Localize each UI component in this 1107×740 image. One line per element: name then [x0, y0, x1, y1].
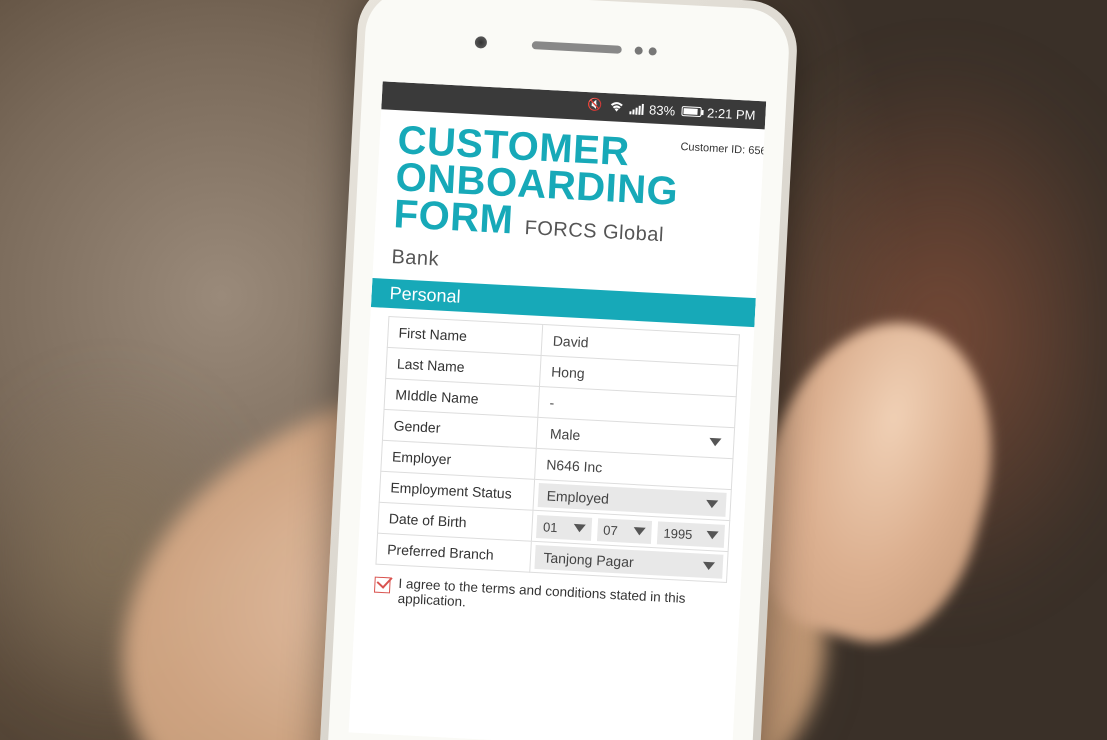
- speaker-grille: [532, 41, 622, 54]
- phone: 83% 2:21 PM Customer Onboarding Form FOR…: [317, 0, 799, 740]
- terms-text: I agree to the terms and conditions stat…: [397, 576, 726, 623]
- chevron-down-icon: [703, 562, 715, 571]
- terms-checkbox[interactable]: [374, 577, 391, 594]
- proximity-sensors: [634, 46, 658, 55]
- dob-year-select[interactable]: 1995: [657, 521, 725, 547]
- onboarding-form: Customer Onboarding Form FORCS Global Ba…: [349, 109, 765, 740]
- battery-icon: [681, 106, 701, 117]
- screen: 83% 2:21 PM Customer Onboarding Form FOR…: [349, 81, 767, 740]
- chevron-down-icon: [709, 438, 721, 447]
- form-title: Customer Onboarding Form FORCS Global Ba…: [391, 122, 681, 284]
- chevron-down-icon: [633, 527, 645, 536]
- personal-fields-table: First Name David Last Name Hong MIddle N…: [375, 316, 740, 583]
- dob-month-select[interactable]: 07: [597, 518, 652, 544]
- front-camera: [475, 36, 488, 49]
- terms-row: I agree to the terms and conditions stat…: [373, 575, 726, 623]
- clock: 2:21 PM: [707, 105, 756, 123]
- customer-id: Customer ID: 6561002007: [680, 141, 765, 160]
- chevron-down-icon: [573, 524, 585, 533]
- photo-background: 83% 2:21 PM Customer Onboarding Form FOR…: [0, 0, 1107, 740]
- mute-icon: [589, 99, 604, 114]
- signal-icon: [629, 102, 644, 115]
- preferred-branch-select[interactable]: Tanjong Pagar: [535, 545, 724, 579]
- dob-day-select[interactable]: 01: [536, 515, 591, 541]
- wifi-icon: [609, 100, 624, 116]
- chevron-down-icon: [706, 531, 718, 540]
- chevron-down-icon: [706, 500, 718, 509]
- battery-percent: 83%: [649, 102, 676, 118]
